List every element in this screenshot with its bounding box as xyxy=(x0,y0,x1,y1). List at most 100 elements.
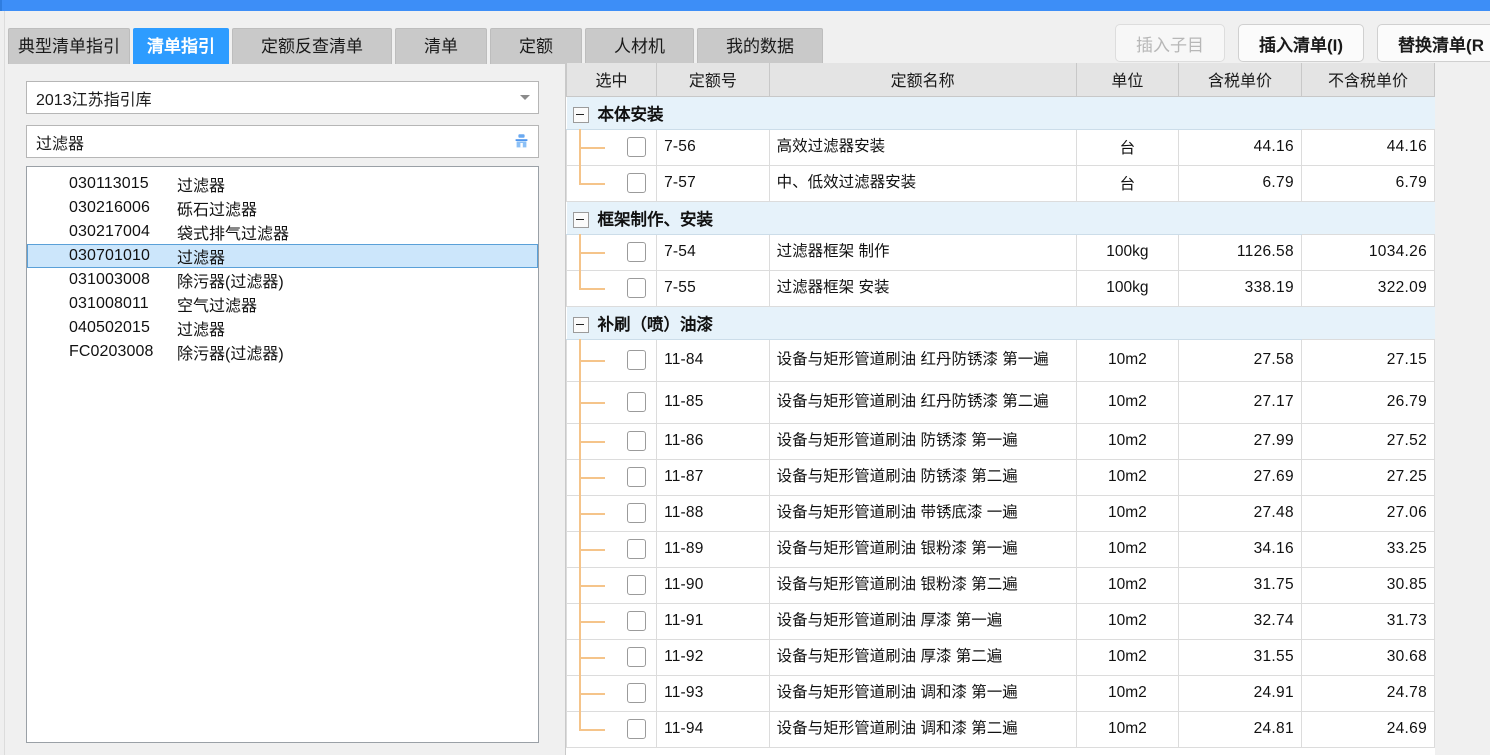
column-header[interactable]: 定额名称 xyxy=(768,63,1077,97)
group-header-cell: 本体安装 xyxy=(566,95,1302,130)
row-checkbox[interactable] xyxy=(627,278,646,298)
column-header[interactable]: 含税单价 xyxy=(1178,63,1302,97)
table-row[interactable]: 11-94 设备与矩形管道刷油 调和漆 第二遍 10m2 24.81 24.69 xyxy=(566,710,1435,748)
table-row[interactable]: 11-87 设备与矩形管道刷油 防锈漆 第二遍 10m2 27.69 27.25 xyxy=(566,458,1435,496)
row-tax-price: 34.16 xyxy=(1178,530,1302,568)
row-tax-price: 338.19 xyxy=(1178,269,1302,307)
table-row[interactable]: 11-91 设备与矩形管道刷油 厚漆 第一遍 10m2 32.74 31.73 xyxy=(566,602,1435,640)
row-checkbox[interactable] xyxy=(627,611,646,631)
row-name: 设备与矩形管道刷油 调和漆 第一遍 xyxy=(768,674,1077,712)
list-item[interactable]: 030217004 袋式排气过滤器 xyxy=(27,220,538,244)
list-item-code: 031003008 xyxy=(69,271,150,288)
quota-table-panel[interactable]: 选中 定额号 定额名称 单位 含税单价 不含税单价 本体安装 7-56 高效过滤器安装台 44.… xyxy=(565,63,1435,755)
title-bar xyxy=(0,0,1490,11)
search-results-list[interactable]: 030113015 过滤器 030216006 砾石过滤器 030217004 袋式排气过… xyxy=(26,166,539,743)
insert-list-button[interactable]: 插入清单(I) xyxy=(1238,24,1365,62)
row-checkbox[interactable] xyxy=(627,503,646,523)
table-row[interactable]: 11-88 设备与矩形管道刷油 带锈底漆 一遍 10m2 27.48 27.06 xyxy=(566,494,1435,532)
tree-branch-icon xyxy=(579,494,613,532)
tab-2[interactable]: 清单指引 xyxy=(133,28,229,64)
row-name: 设备与矩形管道刷油 带锈底漆 一遍 xyxy=(768,494,1077,532)
list-item-code: 031008011 xyxy=(69,295,149,312)
tab-5[interactable]: 定额 xyxy=(490,28,582,64)
group-header-row[interactable]: 框架制作、安装 xyxy=(566,200,1435,235)
table-row[interactable]: 11-93 设备与矩形管道刷油 调和漆 第一遍 10m2 24.91 24.78 xyxy=(566,674,1435,712)
list-item-name: 除污器(过滤器) xyxy=(177,274,284,291)
row-checkbox[interactable] xyxy=(627,431,646,451)
row-notax-price: 27.25 xyxy=(1300,458,1435,496)
list-item-name: 砾石过滤器 xyxy=(177,202,258,219)
row-notax-price: 1034.26 xyxy=(1300,233,1435,271)
row-tax-price: 27.69 xyxy=(1178,458,1302,496)
tree-branch-icon xyxy=(579,566,613,604)
insert-sub-item-button[interactable]: 插入子目 xyxy=(1115,24,1225,62)
row-checkbox[interactable] xyxy=(627,539,646,559)
table-row[interactable]: 11-92 设备与矩形管道刷油 厚漆 第二遍 10m2 31.55 30.68 xyxy=(566,638,1435,676)
toolbar: 插入子目 插入清单(I) 替换清单(R xyxy=(1102,24,1490,62)
tab-1[interactable]: 典型清单指引 xyxy=(8,28,130,64)
list-item[interactable]: 030113015 过滤器 xyxy=(27,172,538,196)
search-input[interactable]: 过滤器 xyxy=(26,125,539,158)
broom-icon[interactable] xyxy=(504,132,538,151)
row-checkbox[interactable] xyxy=(627,137,646,157)
row-tax-price: 31.55 xyxy=(1178,638,1302,676)
replace-list-button[interactable]: 替换清单(R xyxy=(1377,24,1490,62)
library-select[interactable]: 2013江苏指引库 xyxy=(26,81,539,114)
row-checkbox[interactable] xyxy=(627,719,646,739)
table-row[interactable]: 11-90 设备与矩形管道刷油 银粉漆 第二遍 10m2 31.75 30.85 xyxy=(566,566,1435,604)
row-notax-price: 30.68 xyxy=(1300,638,1435,676)
collapse-toggle-icon[interactable] xyxy=(572,107,589,124)
group-header-row[interactable]: 补刷（喷）油漆 xyxy=(566,305,1435,340)
row-unit: 10m2 xyxy=(1075,674,1180,712)
row-checkbox[interactable] xyxy=(627,467,646,487)
list-item-name: 除污器(过滤器) xyxy=(177,346,284,363)
table-row[interactable]: 7-57 中、低效过滤器安装台 6.79 6.79 xyxy=(566,164,1435,202)
group-header-row[interactable]: 本体安装 xyxy=(566,95,1435,130)
row-unit: 10m2 xyxy=(1075,494,1180,532)
row-checkbox[interactable] xyxy=(627,350,646,370)
table-row[interactable]: 7-56 高效过滤器安装台 44.16 44.16 xyxy=(566,128,1435,166)
collapse-toggle-icon[interactable] xyxy=(572,317,589,334)
column-header[interactable]: 定额号 xyxy=(656,63,770,97)
group-header-spacer xyxy=(1301,201,1435,234)
collapse-toggle-icon[interactable] xyxy=(572,212,589,229)
list-item-code: 030113015 xyxy=(69,175,149,192)
tab-4[interactable]: 清单 xyxy=(395,28,487,64)
row-select-cell xyxy=(566,458,658,496)
row-notax-price: 322.09 xyxy=(1300,269,1435,307)
group-title: 框架制作、安装 xyxy=(597,210,714,229)
row-checkbox[interactable] xyxy=(627,683,646,703)
list-item-code: 030701010 xyxy=(69,247,150,264)
list-item[interactable]: 030216006 砾石过滤器 xyxy=(27,196,538,220)
row-unit: 10m2 xyxy=(1075,530,1180,568)
list-item[interactable]: 030701010 过滤器 xyxy=(27,244,538,268)
list-item[interactable]: 031008011 空气过滤器 xyxy=(27,292,538,316)
chevron-down-icon[interactable] xyxy=(512,95,538,100)
tab-3[interactable]: 定额反查清单 xyxy=(232,28,392,64)
column-header[interactable]: 选中 xyxy=(566,63,658,97)
list-item[interactable]: 040502015 过滤器 xyxy=(27,316,538,340)
row-checkbox[interactable] xyxy=(627,647,646,667)
row-select-cell xyxy=(566,380,658,424)
table-row[interactable]: 11-84 设备与矩形管道刷油 红丹防锈漆 第一遍 10m2 27.58 27.15 xyxy=(566,338,1435,382)
tab-7[interactable]: 我的数据 xyxy=(697,28,823,64)
row-checkbox[interactable] xyxy=(627,392,646,412)
row-checkbox[interactable] xyxy=(627,242,646,262)
list-item[interactable]: 031003008 除污器(过滤器) xyxy=(27,268,538,292)
list-item[interactable]: FC0203008 除污器(过滤器) xyxy=(27,340,538,364)
row-checkbox[interactable] xyxy=(627,575,646,595)
tab-6[interactable]: 人材机 xyxy=(585,28,694,64)
row-checkbox[interactable] xyxy=(627,173,646,193)
table-row[interactable]: 11-86 设备与矩形管道刷油 防锈漆 第一遍 10m2 27.99 27.52 xyxy=(566,422,1435,460)
table-row[interactable]: 11-89 设备与矩形管道刷油 银粉漆 第一遍 10m2 34.16 33.25 xyxy=(566,530,1435,568)
row-name: 设备与矩形管道刷油 防锈漆 第二遍 xyxy=(768,458,1077,496)
row-unit: 台 xyxy=(1075,128,1180,166)
row-tax-price: 27.48 xyxy=(1178,494,1302,532)
column-header[interactable]: 不含税单价 xyxy=(1300,63,1435,97)
table-row[interactable]: 11-85 设备与矩形管道刷油 红丹防锈漆 第二遍 10m2 27.17 26.79 xyxy=(566,380,1435,424)
tab-label: 典型清单指引 xyxy=(18,37,120,56)
row-name: 设备与矩形管道刷油 厚漆 第二遍 xyxy=(768,638,1077,676)
column-header[interactable]: 单位 xyxy=(1075,63,1180,97)
table-row[interactable]: 7-54 过滤器框架 制作 100kg 1126.58 1034.26 xyxy=(566,233,1435,271)
table-row[interactable]: 7-55 过滤器框架 安装 100kg 338.19 322.09 xyxy=(566,269,1435,307)
